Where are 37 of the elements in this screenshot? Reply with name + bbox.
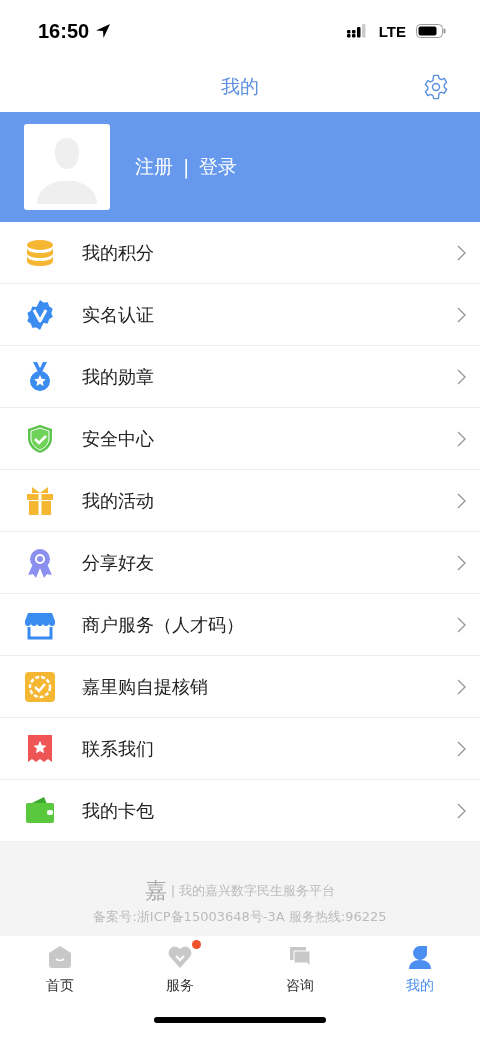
chevron-right-icon bbox=[456, 306, 466, 323]
page-title: 我的 bbox=[221, 74, 259, 99]
heart-icon bbox=[167, 944, 193, 970]
signal-icon bbox=[346, 24, 369, 38]
chevron-right-icon bbox=[456, 492, 466, 509]
settings-icon[interactable] bbox=[422, 73, 450, 101]
menu-item[interactable]: 联系我们 bbox=[0, 718, 480, 780]
gift-icon bbox=[24, 484, 56, 517]
menu-item[interactable]: 实名认证 bbox=[0, 284, 480, 346]
chevron-right-icon bbox=[456, 244, 466, 261]
status-time: 16:50 bbox=[38, 19, 90, 43]
menu-item[interactable]: 我的勋章 bbox=[0, 346, 480, 408]
home-icon bbox=[47, 944, 73, 970]
menu-item[interactable]: 商户服务（人才码） bbox=[0, 594, 480, 656]
battery-icon bbox=[416, 24, 446, 38]
separator: | bbox=[183, 156, 190, 178]
check-badge-icon bbox=[24, 670, 56, 703]
verified-badge-icon bbox=[24, 298, 56, 331]
menu-item[interactable]: 嘉里购自提核销 bbox=[0, 656, 480, 718]
location-arrow-icon bbox=[95, 23, 112, 39]
chevron-right-icon bbox=[456, 368, 466, 385]
chevron-right-icon bbox=[456, 678, 466, 695]
chevron-right-icon bbox=[456, 616, 466, 633]
menu-item[interactable]: 分享好友 bbox=[0, 532, 480, 594]
tab-item[interactable]: 服务 bbox=[120, 936, 240, 1002]
tab-item[interactable]: 首页 bbox=[0, 936, 120, 1002]
tab-item[interactable]: 咨询 bbox=[240, 936, 360, 1002]
network-label: LTE bbox=[378, 22, 406, 40]
person-icon bbox=[407, 944, 433, 970]
menu-item[interactable]: 安全中心 bbox=[0, 408, 480, 470]
chevron-right-icon bbox=[456, 740, 466, 757]
logo-mark: 嘉 bbox=[144, 877, 167, 905]
menu-item[interactable]: 我的活动 bbox=[0, 470, 480, 532]
chevron-right-icon bbox=[456, 554, 466, 571]
chevron-right-icon bbox=[456, 430, 466, 447]
chevron-right-icon bbox=[456, 802, 466, 819]
menu-item[interactable]: 我的积分 bbox=[0, 222, 480, 284]
